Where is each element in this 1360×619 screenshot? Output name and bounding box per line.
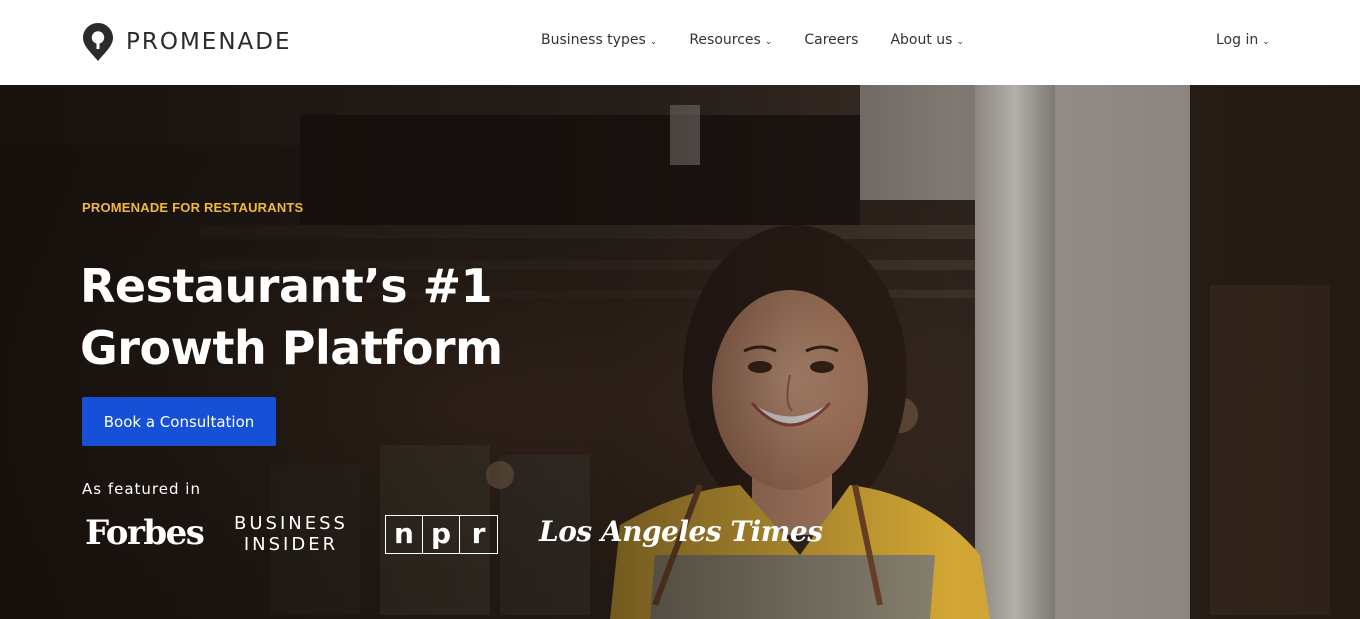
bi-line-1: BUSINESS [234,513,348,534]
headline-line-1: Restaurant’s #1 [80,259,493,313]
forbes-logo: Forbes [85,513,205,553]
la-times-logo: Los Angeles Times [539,515,823,548]
login-label: Log in [1216,32,1259,48]
brand-logo[interactable]: PROMENADE [82,22,292,62]
hero-headline: Restaurant’s #1 Growth Platform [80,255,600,379]
nav-resources[interactable]: Resources ⌄ [689,32,772,48]
chevron-down-icon: ⌄ [649,37,658,47]
featured-in-label: As featured in [82,480,201,498]
map-pin-icon [83,23,113,61]
book-consultation-button[interactable]: Book a Consultation [82,397,276,446]
nav-careers[interactable]: Careers [804,32,858,48]
chevron-down-icon: ⌄ [956,37,965,47]
bi-line-2: INSIDER [243,534,339,555]
site-header: PROMENADE Business types ⌄ Resources ⌄ C… [0,0,1360,85]
login-link[interactable]: Log in ⌄ [1216,32,1270,48]
chevron-down-icon: ⌄ [1262,37,1270,47]
nav-label: Careers [804,32,859,48]
hero-section: PROMENADE FOR RESTAURANTS Restaurant’s #… [0,85,1360,619]
npr-letter: p [423,516,460,553]
nav-label: Resources [689,32,761,48]
nav-label: Business types [541,32,646,48]
npr-letter: r [471,516,486,550]
headline-line-2: Growth Platform [80,321,503,375]
press-logos: Forbes BUSINESS INSIDER n p r Los Angele… [82,513,823,557]
hero-eyebrow: PROMENADE FOR RESTAURANTS [82,200,304,215]
npr-letter: n [386,516,423,553]
npr-logo: n p r [385,515,498,554]
business-insider-logo: BUSINESS INSIDER [234,513,348,555]
main-nav: Business types ⌄ Resources ⌄ Careers Abo… [541,32,964,48]
nav-about-us[interactable]: About us ⌄ [890,32,964,48]
nav-business-types[interactable]: Business types ⌄ [541,32,657,48]
nav-label: About us [890,32,953,48]
brand-name: PROMENADE [126,29,292,55]
chevron-down-icon: ⌄ [764,37,773,47]
